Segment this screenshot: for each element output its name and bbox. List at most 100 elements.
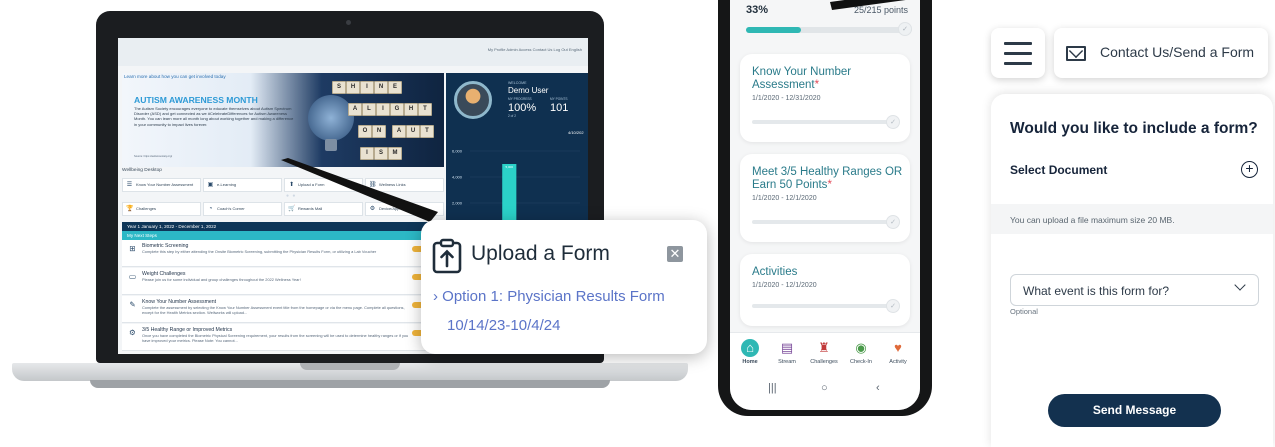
clipboard-upload-icon bbox=[432, 238, 462, 274]
chevron-down-icon bbox=[1234, 279, 1246, 291]
wellbeing-row-1: ☰ Know Your Number Assessment ▣ e-Learning ⬆… bbox=[122, 178, 444, 192]
nav-stream[interactable]: ▤ Stream bbox=[769, 339, 805, 365]
select-document-label: Select Document bbox=[1010, 163, 1108, 177]
contact-us-button[interactable]: Contact Us/Send a Form bbox=[1054, 28, 1268, 78]
letter-cube: S bbox=[374, 147, 388, 160]
nav-challenges[interactable]: ♜ Challenges bbox=[806, 339, 842, 365]
back-button[interactable]: ‹ bbox=[876, 382, 880, 394]
mail-icon bbox=[1066, 43, 1086, 61]
laptop-foot bbox=[90, 380, 610, 388]
progress-sub: 2 of 2 bbox=[508, 114, 516, 118]
wellbeing-know-your-number-button[interactable]: ☰ Know Your Number Assessment bbox=[122, 178, 201, 192]
check-icon: ✓ bbox=[886, 299, 900, 313]
next-steps-label: My Next Steps bbox=[127, 233, 157, 238]
welcome-label: WELCOME bbox=[508, 81, 527, 85]
add-document-plus-icon[interactable]: + bbox=[1241, 161, 1258, 178]
header-links[interactable]: My Profile Admin Access Contact Us Log O… bbox=[488, 47, 582, 52]
letter-cube: H bbox=[404, 103, 418, 116]
bar-value-label: 5,000 bbox=[506, 165, 514, 169]
e-learning-icon: ▣ bbox=[207, 182, 214, 188]
event-card-title-text: Activities bbox=[752, 266, 798, 278]
avatar bbox=[454, 81, 492, 119]
wellbeing-rewards-mall-label: Rewards Mall bbox=[298, 206, 323, 211]
year-bar-label: Year 1 January 1, 2022 - December 1, 202… bbox=[127, 224, 217, 229]
required-star: * bbox=[814, 79, 820, 91]
event-card[interactable]: Know Your Number Assessment* 1/1/2020 - 1… bbox=[740, 54, 910, 142]
wellbeing-row-2: 🏆 Challenges ◔ Coach's Corner 🛒 Rewards Mall ⚙… bbox=[122, 202, 444, 216]
event-card[interactable]: Activities 1/1/2020 - 12/1/2020 ✓ bbox=[740, 254, 910, 326]
task-icon: ✎ bbox=[129, 300, 136, 309]
nav-check-in[interactable]: ◉ Check-In bbox=[843, 339, 879, 365]
task-description: Please join us for some individual and g… bbox=[142, 277, 301, 282]
user-name: Demo User bbox=[508, 86, 549, 95]
wellbeing-device-app-label: Device/App Conn bbox=[379, 206, 411, 211]
carousel-dots[interactable]: ● ● bbox=[286, 193, 296, 199]
laptop-notch bbox=[300, 363, 400, 370]
wellbeing-upload-form-label: Upload a Form bbox=[298, 182, 325, 187]
wellbeing-wellness-links-button[interactable]: ⛓ Wellness Links bbox=[365, 178, 444, 192]
letter-cube: A bbox=[392, 125, 406, 138]
wellbeing-rewards-mall-button[interactable]: 🛒 Rewards Mall bbox=[284, 202, 363, 216]
letter-cube: L bbox=[362, 103, 376, 116]
wellbeing-coachs-corner-label: Coach's Corner bbox=[217, 206, 245, 211]
site-header: My Profile Admin Access Contact Us Log O… bbox=[118, 38, 588, 66]
event-card-progress: ✓ bbox=[752, 115, 900, 129]
hamburger-menu-button[interactable] bbox=[991, 28, 1045, 78]
option-date-range: 10/14/23-10/4/24 bbox=[447, 317, 561, 334]
send-message-button[interactable]: Send Message bbox=[1048, 394, 1221, 427]
learn-more-link[interactable]: Learn more about how you can get involve… bbox=[124, 74, 226, 79]
letter-cube: I bbox=[376, 103, 390, 116]
wellbeing-e-learning-label: e-Learning bbox=[217, 182, 237, 187]
hero-title: AUTISM AWARENESS MONTH bbox=[134, 95, 258, 105]
event-dropdown[interactable]: What event is this form for? bbox=[1010, 274, 1259, 306]
event-card[interactable]: Meet 3/5 Healthy Ranges OR Earn 50 Point… bbox=[740, 154, 910, 242]
nav-activity[interactable]: ♥ Activity bbox=[880, 339, 916, 365]
nav-challenges-label: Challenges bbox=[810, 359, 838, 365]
phone-screen: 33% 25/215 points ✓ Know Your Number Ass… bbox=[730, 0, 920, 410]
nav-check-in-label: Check-In bbox=[849, 359, 872, 365]
wellbeing-header: Wellbeing Desktop bbox=[122, 168, 162, 173]
letter-cube: T bbox=[420, 125, 434, 138]
wellbeing-know-your-number-label: Know Your Number Assessment bbox=[136, 182, 194, 187]
rewards-mall-icon: 🛒 bbox=[288, 206, 296, 212]
wellbeing-upload-form-button[interactable]: ⬆ Upload a Form bbox=[284, 178, 363, 192]
wellbeing-challenges-button[interactable]: 🏆 Challenges bbox=[122, 202, 201, 216]
wellbeing-e-learning-button[interactable]: ▣ e-Learning bbox=[203, 178, 282, 192]
coachs-corner-icon: ◔ bbox=[208, 206, 213, 212]
device-app-icon: ⚙ bbox=[369, 206, 376, 212]
bottom-nav: ⌂ Home ▤ Stream ♜ Challenges ◉ Check-In ♥ Activit… bbox=[730, 332, 920, 376]
nav-stream-label: Stream bbox=[778, 359, 796, 365]
progress-label: MY PROGRESS bbox=[508, 97, 532, 101]
recent-apps-button[interactable]: ||| bbox=[768, 382, 777, 394]
close-icon[interactable]: ✕ bbox=[667, 246, 683, 262]
event-card-title-text: Know Your Number Assessment bbox=[752, 66, 852, 91]
points-value: 101 bbox=[550, 102, 569, 114]
send-form-panel: Would you like to include a form? Select… bbox=[991, 94, 1273, 447]
task-description: Complete the assessment by selecting the… bbox=[142, 305, 405, 315]
event-card-date: 1/1/2020 - 12/1/2020 bbox=[752, 195, 817, 202]
upload-title: Upload a Form bbox=[471, 242, 610, 265]
home-system-button[interactable]: ○ bbox=[821, 382, 828, 394]
system-nav: ||| ○ ‹ bbox=[730, 376, 920, 410]
option-physician-results-link[interactable]: › Option 1: Physician Results Form bbox=[433, 288, 665, 305]
nav-home[interactable]: ⌂ Home bbox=[732, 339, 768, 365]
y-tick-label: 6,000 bbox=[452, 149, 463, 154]
task-description: Once you have completed the Biometric Ph… bbox=[142, 333, 409, 343]
letter-cube: M bbox=[388, 147, 402, 160]
letter-cube: I bbox=[360, 81, 374, 94]
challenges-icon: ♜ bbox=[818, 340, 830, 355]
laptop-camera bbox=[346, 20, 351, 25]
know-your-number-icon: ☰ bbox=[126, 182, 133, 188]
composite-stage: My Profile Admin Access Contact Us Log O… bbox=[0, 0, 1275, 447]
check-icon: ✓ bbox=[886, 215, 900, 229]
nav-home-label: Home bbox=[742, 359, 758, 365]
task-icon: ⚙ bbox=[129, 328, 136, 337]
home-icon: ⌂ bbox=[741, 339, 759, 357]
progress-bar: ✓ bbox=[746, 22, 912, 36]
wellbeing-device-app-button[interactable]: ⚙ Device/App Conn bbox=[365, 202, 444, 216]
hero-banner[interactable]: AUTISM AWARENESS MONTH The Autism Societ… bbox=[122, 73, 444, 199]
progress-value: 100% bbox=[508, 102, 537, 114]
check-icon: ✓ bbox=[898, 22, 912, 36]
contact-us-label: Contact Us/Send a Form bbox=[1100, 44, 1255, 60]
wellbeing-coachs-corner-button[interactable]: ◔ Coach's Corner bbox=[203, 202, 282, 216]
